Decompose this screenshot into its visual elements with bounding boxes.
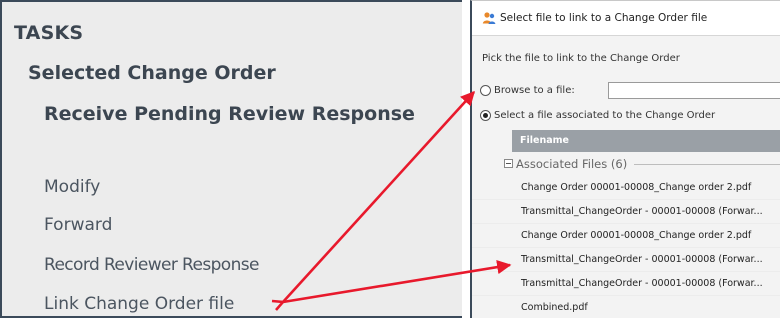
group-divider bbox=[634, 164, 780, 165]
associated-files-grid: Filename Associated Files (6) Change Ord… bbox=[472, 130, 780, 318]
associated-files-group-row: Associated Files (6) bbox=[472, 152, 780, 176]
browse-radio[interactable] bbox=[480, 85, 491, 96]
file-row[interactable]: Change Order 00001-00008_Change order 2.… bbox=[472, 176, 780, 200]
tasks-heading: TASKS bbox=[14, 22, 84, 44]
task-link-forward[interactable]: Forward bbox=[44, 215, 112, 235]
associated-file-radio-label: Select a file associated to the Change O… bbox=[494, 110, 716, 121]
browse-radio-label: Browse to a file: bbox=[494, 85, 575, 96]
dialog-instruction: Pick the file to link to the Change Orde… bbox=[482, 53, 680, 64]
file-row[interactable]: Transmittal_ChangeOrder - 00001-00008 (F… bbox=[472, 248, 780, 272]
people-icon bbox=[482, 12, 496, 24]
associated-files-group-label: Associated Files (6) bbox=[516, 157, 627, 171]
file-row[interactable]: Transmittal_ChangeOrder - 00001-00008 (F… bbox=[472, 200, 780, 224]
dialog-titlebar[interactable]: Select file to link to a Change Order fi… bbox=[472, 1, 780, 36]
file-row[interactable]: Combined.pdf bbox=[472, 296, 780, 318]
task-link-record-reviewer-response[interactable]: Record Reviewer Response bbox=[44, 255, 260, 275]
collapse-minus-icon[interactable] bbox=[504, 159, 513, 168]
dialog-body: Pick the file to link to the Change Orde… bbox=[472, 36, 780, 318]
tasks-panel: TASKS Selected Change Order Receive Pend… bbox=[0, 0, 462, 318]
selected-change-order-title: Selected Change Order bbox=[28, 62, 276, 84]
file-row[interactable]: Change Order 00001-00008_Change order 2.… bbox=[472, 224, 780, 248]
associated-file-radio[interactable] bbox=[480, 110, 491, 121]
task-link-modify[interactable]: Modify bbox=[44, 177, 100, 197]
current-task-title: Receive Pending Review Response bbox=[44, 103, 415, 125]
group-count: (6) bbox=[610, 157, 628, 171]
select-file-dialog: Select file to link to a Change Order fi… bbox=[470, 0, 780, 318]
file-list: Change Order 00001-00008_Change order 2.… bbox=[472, 176, 780, 318]
dialog-title: Select file to link to a Change Order fi… bbox=[500, 12, 708, 24]
file-row[interactable]: Transmittal_ChangeOrder - 00001-00008 (F… bbox=[472, 272, 780, 296]
task-link-link-change-order-file[interactable]: Link Change Order file bbox=[44, 294, 234, 314]
browse-file-input[interactable] bbox=[608, 82, 780, 99]
group-label-text: Associated Files bbox=[516, 157, 608, 171]
filename-column-header[interactable]: Filename bbox=[512, 130, 780, 152]
